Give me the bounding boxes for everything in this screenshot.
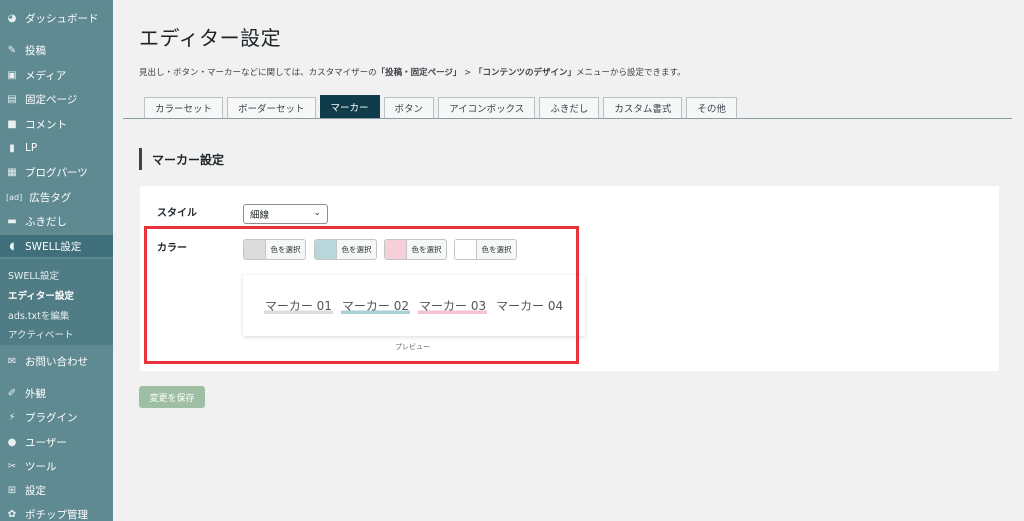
submenu-activate[interactable]: アクティベート [8, 327, 73, 341]
balloon-icon: ▬ [7, 215, 17, 227]
settings-tabs: カラーセット ボーダーセット マーカー ボタン アイコンボックス ふきだし カス… [144, 95, 741, 118]
swell-icon: ◖ [9, 240, 15, 252]
submenu-ads-txt[interactable]: ads.txtを編集 [8, 308, 69, 322]
submenu-swell-settings[interactable]: SWELL設定 [8, 268, 59, 282]
brush-icon: ✐ [7, 387, 17, 399]
tab-marker[interactable]: マーカー [319, 95, 380, 118]
chevron-down-icon: ⌄ [313, 208, 321, 218]
menu-tools[interactable]: ✂ ツール [0, 455, 113, 477]
menu-posts[interactable]: ✎ 投稿 [0, 39, 113, 61]
menu-users[interactable]: ● ユーザー [0, 431, 113, 453]
settings-icon: ⊞ [7, 484, 17, 496]
menu-plugins[interactable]: ⚡ プラグイン [0, 406, 113, 428]
save-button[interactable]: 変更を保存 [139, 386, 205, 408]
menu-balloon[interactable]: ▬ ふきだし [0, 210, 113, 232]
tab-color-set[interactable]: カラーセット [144, 97, 224, 118]
paw-icon: ✿ [7, 508, 17, 520]
menu-blog-parts[interactable]: ▦ ブログパーツ [0, 161, 113, 183]
tab-custom-format[interactable]: カスタム書式 [603, 97, 683, 118]
wrench-icon: ✂ [7, 460, 17, 472]
style-select[interactable]: 細線 ⌄ [243, 204, 328, 224]
mail-icon: ✉ [7, 355, 17, 367]
page-title: エディター設定 [139, 26, 282, 50]
admin-sidebar: ◕ ダッシュボード ✎ 投稿 ▣ メディア ▤ 固定ページ ■ コメント ▮ LP ▦ ブログ… [0, 0, 113, 521]
plugin-icon: ⚡ [8, 411, 16, 423]
highlight-annotation [144, 226, 579, 364]
style-label: スタイル [157, 208, 197, 219]
submenu-editor-settings[interactable]: エディター設定 [8, 288, 74, 302]
tab-other[interactable]: その他 [686, 97, 737, 118]
menu-appearance[interactable]: ✐ 外観 [0, 382, 113, 404]
tab-button[interactable]: ボタン [383, 97, 435, 118]
user-icon: ● [7, 436, 17, 448]
comment-icon: ■ [7, 118, 17, 130]
menu-comments[interactable]: ■ コメント [0, 113, 113, 135]
menu-pages[interactable]: ▤ 固定ページ [0, 88, 113, 110]
menu-ad-tags[interactable]: [ad] 広告タグ [0, 186, 113, 208]
menu-swell-settings[interactable]: ◖ SWELL設定 [0, 235, 113, 257]
dashboard-icon: ◕ [7, 12, 17, 24]
swell-submenu: SWELL設定 エディター設定 ads.txtを編集 アクティベート [0, 259, 113, 345]
ad-icon: [ad] [6, 192, 23, 202]
lp-icon: ▮ [9, 142, 15, 154]
menu-dashboard[interactable]: ◕ ダッシュボード [0, 7, 113, 29]
tab-icon-box[interactable]: アイコンボックス [438, 97, 536, 118]
pin-icon: ✎ [7, 44, 17, 56]
tab-border-set[interactable]: ボーダーセット [227, 97, 316, 118]
menu-lp[interactable]: ▮ LP [0, 137, 113, 159]
menu-media[interactable]: ▣ メディア [0, 64, 113, 86]
page-description: 見出し・ボタン・マーカーなどに関しては、カスタマイザーの「投稿・固定ページ」 >… [139, 68, 686, 78]
menu-contact[interactable]: ✉ お問い合わせ [0, 350, 113, 372]
section-heading: マーカー設定 [139, 148, 224, 170]
style-select-value: 細線 [250, 210, 270, 221]
media-icon: ▣ [7, 69, 17, 81]
tab-balloon[interactable]: ふきだし [539, 97, 600, 118]
page-icon: ▤ [7, 93, 17, 105]
tab-divider [123, 118, 1012, 119]
menu-settings[interactable]: ⊞ 設定 [0, 479, 113, 501]
menu-pochipp[interactable]: ✿ ポチップ管理 [0, 503, 113, 521]
parts-icon: ▦ [7, 166, 17, 178]
